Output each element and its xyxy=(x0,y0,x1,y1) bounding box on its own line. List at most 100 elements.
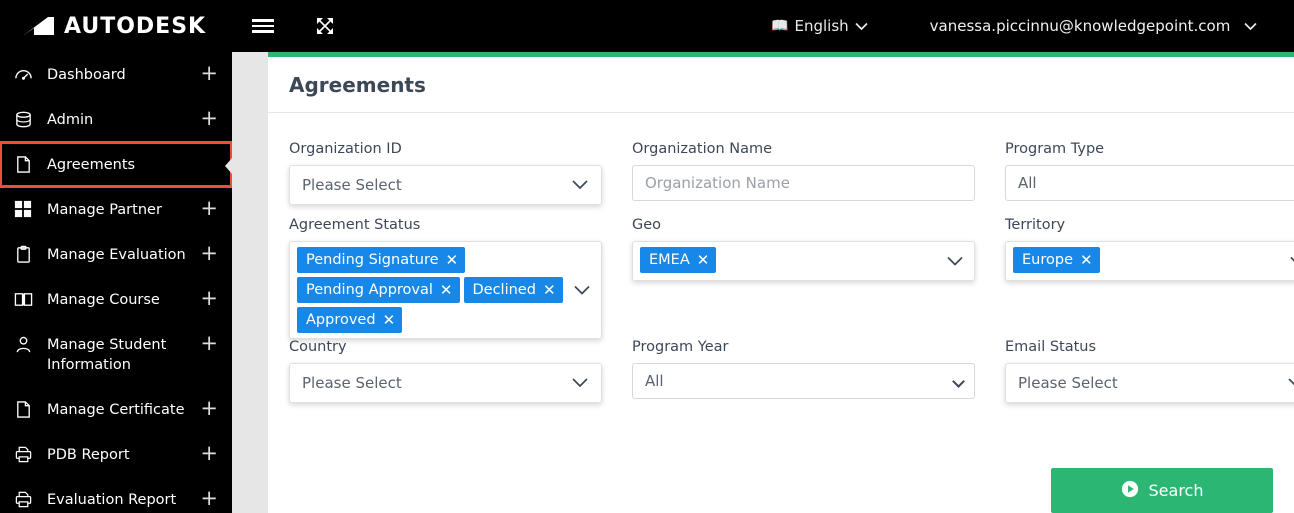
chip-remove-icon[interactable]: ✕ xyxy=(1080,249,1093,271)
sidebar-expand-button[interactable]: + xyxy=(200,398,218,419)
sidebar-item-manage-certificate[interactable]: Manage Certificate + xyxy=(0,387,232,432)
sidebar-expand-button[interactable]: + xyxy=(200,333,218,354)
field-email-status: Email Status Please Select xyxy=(1005,339,1294,403)
chip-label: Pending Approval xyxy=(306,282,433,298)
sidebar-item-manage-partner[interactable]: Manage Partner + xyxy=(0,187,232,232)
sidebar-expand-button[interactable]: + xyxy=(200,443,218,464)
sidebar-item-manage-course[interactable]: Manage Course + xyxy=(0,277,232,322)
field-program-year: Program Year All xyxy=(632,339,975,403)
language-label: English xyxy=(794,17,849,35)
field-program-type: Program Type All xyxy=(1005,141,1294,205)
sidebar-expand-button[interactable]: + xyxy=(200,488,218,509)
chip-label: EMEA xyxy=(649,252,690,268)
sidebar-expand-button[interactable]: + xyxy=(200,243,218,264)
organization-name-input[interactable] xyxy=(632,165,975,201)
field-geo: Geo EMEA ✕ xyxy=(632,217,975,281)
program-year-label: Program Year xyxy=(632,339,729,355)
sidebar-item-manage-evaluation[interactable]: Manage Evaluation + xyxy=(0,232,232,277)
program-type-select-wrap: All xyxy=(1005,165,1294,201)
book-open-icon xyxy=(14,290,38,309)
chip-remove-icon[interactable]: ✕ xyxy=(440,279,453,301)
chevron-down-icon xyxy=(1287,378,1294,388)
sidebar-item-label: Agreements xyxy=(47,157,136,173)
agreement-status-multiselect[interactable]: Pending Signature ✕ Pending Approval ✕ D… xyxy=(289,241,602,339)
chip[interactable]: Pending Approval ✕ xyxy=(297,277,460,303)
chip[interactable]: Europe ✕ xyxy=(1013,247,1100,273)
autodesk-logo[interactable]: AUTODESK xyxy=(22,14,222,39)
sidebar-item-label: Manage Partner xyxy=(47,202,162,218)
chip[interactable]: Pending Signature ✕ xyxy=(297,247,466,273)
database-icon xyxy=(14,110,38,129)
chip-remove-icon[interactable]: ✕ xyxy=(543,279,556,301)
play-circle-icon xyxy=(1121,480,1139,502)
chevron-down-icon xyxy=(571,180,589,190)
user-email-label: vanessa.piccinnu@knowledgepoint.com xyxy=(929,17,1231,35)
user-account-menu[interactable]: vanessa.piccinnu@knowledgepoint.com xyxy=(930,17,1258,35)
email-status-label: Email Status xyxy=(1005,339,1097,355)
chip[interactable]: Declined ✕ xyxy=(463,277,563,303)
app-root: AUTODESK 📖 English vanessa.piccinnu@know… xyxy=(0,0,1294,513)
sidebar-item-label: Manage Student Information xyxy=(47,337,167,373)
expand-arrows-icon[interactable] xyxy=(312,13,338,39)
main-content-card: Agreements Organization ID Please Select… xyxy=(268,52,1294,513)
printer-icon xyxy=(14,490,38,509)
chevron-down-icon xyxy=(947,252,963,271)
document-icon xyxy=(14,155,38,174)
grid-squares-icon xyxy=(14,200,38,218)
clipboard-icon xyxy=(14,245,38,264)
sidebar-expand-button[interactable]: + xyxy=(200,108,218,129)
field-territory: Territory Europe ✕ xyxy=(1005,217,1294,281)
sidebar-collapse-toggle[interactable] xyxy=(225,144,250,188)
territory-chips: Europe ✕ xyxy=(1013,247,1283,273)
sidebar-expand-button[interactable]: + xyxy=(200,288,218,309)
sidebar-expand-button[interactable]: + xyxy=(200,63,218,84)
brand-text: AUTODESK xyxy=(64,13,207,39)
field-organization-name: Organization Name xyxy=(632,141,975,205)
email-status-select[interactable]: Please Select xyxy=(1005,363,1294,403)
sidebar-item-dashboard[interactable]: Dashboard + xyxy=(0,52,232,97)
search-button[interactable]: Search xyxy=(1051,468,1273,513)
sidebar-item-agreements[interactable]: Agreements xyxy=(0,141,232,188)
filter-row-1: Organization ID Please Select Organizati… xyxy=(289,141,1294,205)
sidebar-item-label: PDB Report xyxy=(47,447,130,463)
chip-remove-icon[interactable]: ✕ xyxy=(383,309,396,331)
organization-id-select[interactable]: Please Select xyxy=(289,165,602,205)
page-header: Agreements xyxy=(268,57,1294,113)
language-selector[interactable]: 📖 English xyxy=(771,17,868,35)
top-navigation-bar: AUTODESK 📖 English vanessa.piccinnu@know… xyxy=(0,0,1294,52)
country-label: Country xyxy=(289,339,347,355)
chevron-down-icon xyxy=(1244,22,1257,30)
field-agreement-status: Agreement Status Pending Signature ✕ Pen… xyxy=(289,217,602,339)
sidebar-item-manage-student-information[interactable]: Manage Student Information + xyxy=(0,322,232,387)
organization-id-value: Please Select xyxy=(302,176,402,194)
content-gutter xyxy=(232,52,268,513)
chip-remove-icon[interactable]: ✕ xyxy=(697,249,710,271)
sidebar-item-evaluation-report[interactable]: Evaluation Report + xyxy=(0,477,232,513)
program-type-select[interactable]: All xyxy=(1005,165,1294,201)
email-status-value: Please Select xyxy=(1018,374,1118,392)
sidebar-item-label: Manage Course xyxy=(47,292,160,308)
geo-multiselect[interactable]: EMEA ✕ xyxy=(632,241,975,281)
chip[interactable]: EMEA ✕ xyxy=(640,247,717,273)
top-right-actions: 📖 English vanessa.piccinnu@knowledgepoin… xyxy=(771,0,1294,52)
country-select[interactable]: Please Select xyxy=(289,363,602,403)
chip[interactable]: Approved ✕ xyxy=(297,307,403,333)
agreement-status-chips: Pending Signature ✕ Pending Approval ✕ D… xyxy=(297,247,567,333)
expand-arrows-glyph xyxy=(317,18,333,34)
sidebar-item-label: Admin xyxy=(47,112,94,128)
sidebar-item-label: Manage Evaluation xyxy=(47,247,186,263)
document-icon xyxy=(14,400,38,419)
country-value: Please Select xyxy=(302,374,402,392)
chip-label: Approved xyxy=(306,312,376,328)
program-year-select[interactable]: All xyxy=(632,363,975,399)
program-type-label: Program Type xyxy=(1005,141,1105,157)
user-icon xyxy=(14,335,38,354)
page-title: Agreements xyxy=(289,72,426,97)
hamburger-icon[interactable] xyxy=(250,13,276,39)
sidebar-item-admin[interactable]: Admin + xyxy=(0,97,232,142)
sidebar-expand-button[interactable]: + xyxy=(200,198,218,219)
territory-multiselect[interactable]: Europe ✕ xyxy=(1005,241,1294,281)
autodesk-mark-icon xyxy=(24,17,54,35)
sidebar-item-pdb-report[interactable]: PDB Report + xyxy=(0,432,232,477)
chip-remove-icon[interactable]: ✕ xyxy=(446,249,459,271)
